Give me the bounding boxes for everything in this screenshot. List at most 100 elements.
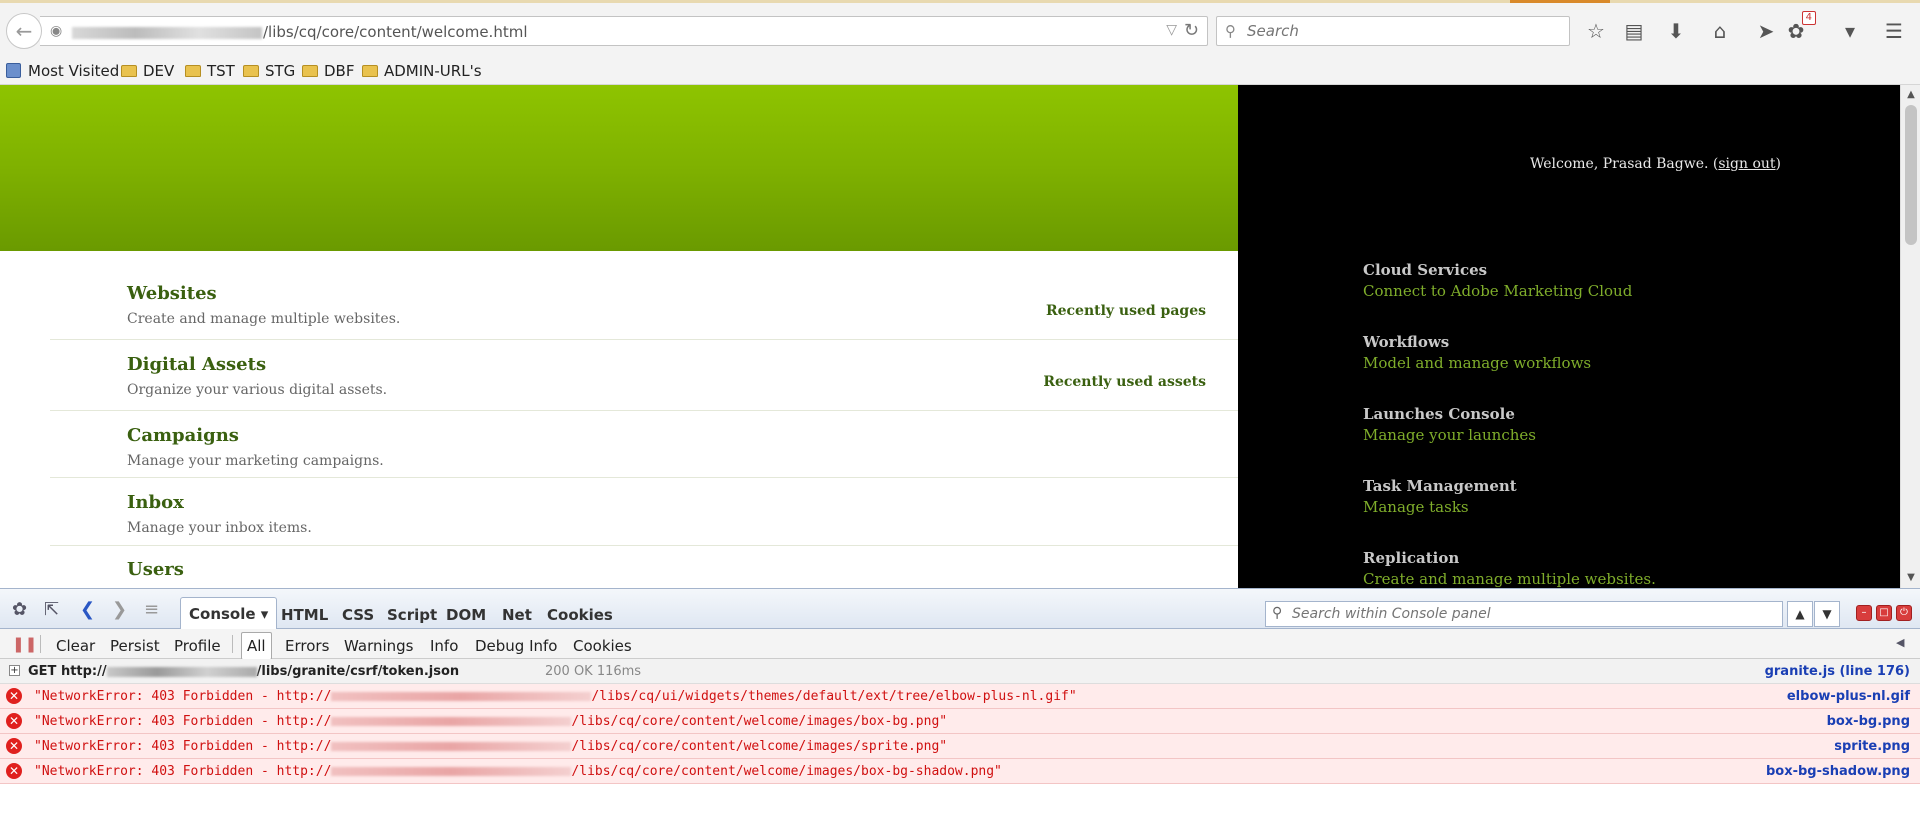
sign-out-link[interactable]: sign out [1718, 156, 1775, 172]
filter-all-button[interactable]: All [241, 632, 272, 660]
side-panel-toggle-icon[interactable]: ◀ [1896, 636, 1904, 649]
page-content: Websites Create and manage multiple webs… [0, 85, 1920, 588]
bookmark-most-visited[interactable]: Most Visited [6, 62, 119, 80]
globe-icon: ◉ [50, 23, 63, 39]
scroll-up-icon[interactable]: ▲ [1901, 87, 1920, 103]
scroll-thumb[interactable] [1905, 105, 1917, 245]
chevron-up-icon: ▲ [1795, 607, 1805, 621]
console-error-row[interactable]: ✕ "NetworkError: 403 Forbidden - http://… [0, 734, 1920, 759]
console-error-row[interactable]: ✕ "NetworkError: 403 Forbidden - http://… [0, 684, 1920, 709]
console-error-row[interactable]: ✕ "NetworkError: 403 Forbidden - http://… [0, 759, 1920, 784]
cloud-services-item: Cloud Services Connect to Adobe Marketin… [1363, 261, 1632, 300]
reload-icon[interactable]: ↻ [1184, 20, 1199, 41]
clear-button[interactable]: Clear [56, 637, 95, 655]
hamburger-menu-icon[interactable]: ☰ [1880, 17, 1908, 45]
item-link[interactable]: Manage tasks [1363, 498, 1517, 516]
web-search-input[interactable] [1247, 22, 1547, 40]
close-icon[interactable]: ⏻ [1896, 605, 1912, 621]
persist-button[interactable]: Persist [110, 637, 160, 655]
tab-css[interactable]: CSS [342, 606, 374, 624]
section-title[interactable]: Digital Assets [127, 354, 266, 375]
item-link[interactable]: Model and manage workflows [1363, 354, 1591, 372]
redacted-host [331, 767, 572, 776]
scroll-down-icon[interactable]: ▼ [1901, 570, 1920, 586]
tab-html[interactable]: HTML [281, 606, 328, 624]
workflows-item: Workflows Model and manage workflows [1363, 333, 1591, 372]
tab-dom[interactable]: DOM [446, 606, 486, 624]
bookmark-folder-dev[interactable]: DEV [121, 62, 174, 80]
error-message: "NetworkError: 403 Forbidden - http:///l… [34, 739, 948, 754]
back-button[interactable]: ← [6, 13, 42, 49]
break-on-errors-icon[interactable]: ❚❚ [12, 635, 37, 653]
filter-cookies-button[interactable]: Cookies [573, 637, 632, 655]
recently-used-pages-link[interactable]: Recently used pages [1046, 303, 1206, 319]
minimize-icon[interactable]: – [1856, 605, 1872, 621]
redacted-host [331, 742, 572, 751]
firebug-logo-icon[interactable]: ✿ [12, 599, 27, 620]
section-title[interactable]: Inbox [127, 492, 184, 513]
back-arrow-icon[interactable]: ❮ [80, 599, 95, 620]
folder-icon [362, 65, 378, 77]
bookmark-folder-dbf[interactable]: DBF [302, 62, 354, 80]
section-inbox: Inbox Manage your inbox items. [50, 492, 1238, 546]
inspect-element-icon[interactable]: ⇱ [44, 599, 59, 620]
bookmark-star-icon[interactable]: ☆ [1582, 17, 1610, 45]
bookmark-folder-tst[interactable]: TST [185, 62, 235, 80]
most-visited-icon [6, 63, 21, 78]
item-link[interactable]: Create and manage multiple websites. [1363, 570, 1656, 588]
detach-icon[interactable]: □ [1876, 605, 1892, 621]
send-icon[interactable]: ➤ [1752, 17, 1780, 45]
tab-net[interactable]: Net [502, 606, 532, 624]
url-text[interactable]: /libs/cq/core/content/welcome.html [72, 23, 528, 41]
console-subtoolbar: ❚❚ Clear Persist Profile All Errors Warn… [0, 629, 1920, 660]
section-title[interactable]: Campaigns [127, 425, 239, 446]
reading-list-icon[interactable]: ▤ [1620, 17, 1648, 45]
downloads-icon[interactable]: ⬇ [1662, 17, 1690, 45]
profile-button[interactable]: Profile [174, 637, 221, 655]
item-title: Task Management [1363, 477, 1517, 495]
section-title[interactable]: Websites [127, 283, 217, 304]
source-link[interactable]: granite.js (line 176) [1765, 664, 1910, 679]
section-campaigns: Campaigns Manage your marketing campaign… [50, 425, 1238, 478]
search-prev-button[interactable]: ▲ [1787, 601, 1813, 627]
source-link[interactable]: box-bg-shadow.png [1766, 764, 1910, 779]
section-users: Users [50, 559, 1238, 588]
page-scrollbar[interactable]: ▲ ▼ [1900, 85, 1920, 588]
url-history-dropdown-icon[interactable]: ▽ [1166, 22, 1177, 38]
recently-used-assets-link[interactable]: Recently used assets [1043, 374, 1206, 390]
console-error-row[interactable]: ✕ "NetworkError: 403 Forbidden - http://… [0, 709, 1920, 734]
source-link[interactable]: elbow-plus-nl.gif [1787, 689, 1910, 704]
tab-script[interactable]: Script [387, 606, 437, 624]
source-link[interactable]: box-bg.png [1827, 714, 1910, 729]
forward-arrow-icon[interactable]: ❯ [112, 599, 127, 620]
tab-console[interactable]: Console ▾ [180, 597, 278, 629]
item-link[interactable]: Connect to Adobe Marketing Cloud [1363, 282, 1632, 300]
source-link[interactable]: sprite.png [1834, 739, 1910, 754]
section-websites: Websites Create and manage multiple webs… [50, 283, 1238, 340]
section-title[interactable]: Users [127, 559, 184, 580]
home-icon[interactable]: ⌂ [1706, 17, 1734, 45]
tab-cookies[interactable]: Cookies [547, 606, 613, 624]
error-message: "NetworkError: 403 Forbidden - http:///l… [34, 764, 1002, 779]
filter-info-button[interactable]: Info [430, 637, 458, 655]
url-bar[interactable]: ◉ /libs/cq/core/content/welcome.html ▽ ↻ [40, 16, 1208, 46]
expand-icon[interactable]: + [9, 665, 20, 676]
bookmark-folder-stg[interactable]: STG [243, 62, 295, 80]
error-message: "NetworkError: 403 Forbidden - http:///l… [34, 714, 948, 729]
item-link[interactable]: Manage your launches [1363, 426, 1536, 444]
filter-errors-button[interactable]: Errors [285, 637, 329, 655]
console-search-input[interactable] [1292, 606, 1772, 622]
command-editor-icon[interactable]: ≡ [144, 599, 159, 620]
filter-debug-info-button[interactable]: Debug Info [475, 637, 558, 655]
firebug-menu-dropdown-icon[interactable]: ▾ [1836, 17, 1864, 45]
welcome-message: Welcome, Prasad Bagwe. (sign out) [1530, 156, 1782, 172]
separator [40, 635, 41, 653]
console-search-box[interactable]: ⚲ [1265, 601, 1783, 627]
search-next-button[interactable]: ▼ [1814, 601, 1840, 627]
web-search-bar[interactable]: ⚲ [1216, 16, 1570, 46]
firebug-toggle-icon[interactable]: ✿ 4 [1782, 11, 1816, 45]
filter-warnings-button[interactable]: Warnings [344, 637, 414, 655]
error-icon: ✕ [6, 688, 22, 704]
bookmark-folder-admin-urls[interactable]: ADMIN-URL's [362, 62, 482, 80]
console-log-get-request[interactable]: + GET http:///libs/granite/csrf/token.js… [0, 659, 1920, 684]
